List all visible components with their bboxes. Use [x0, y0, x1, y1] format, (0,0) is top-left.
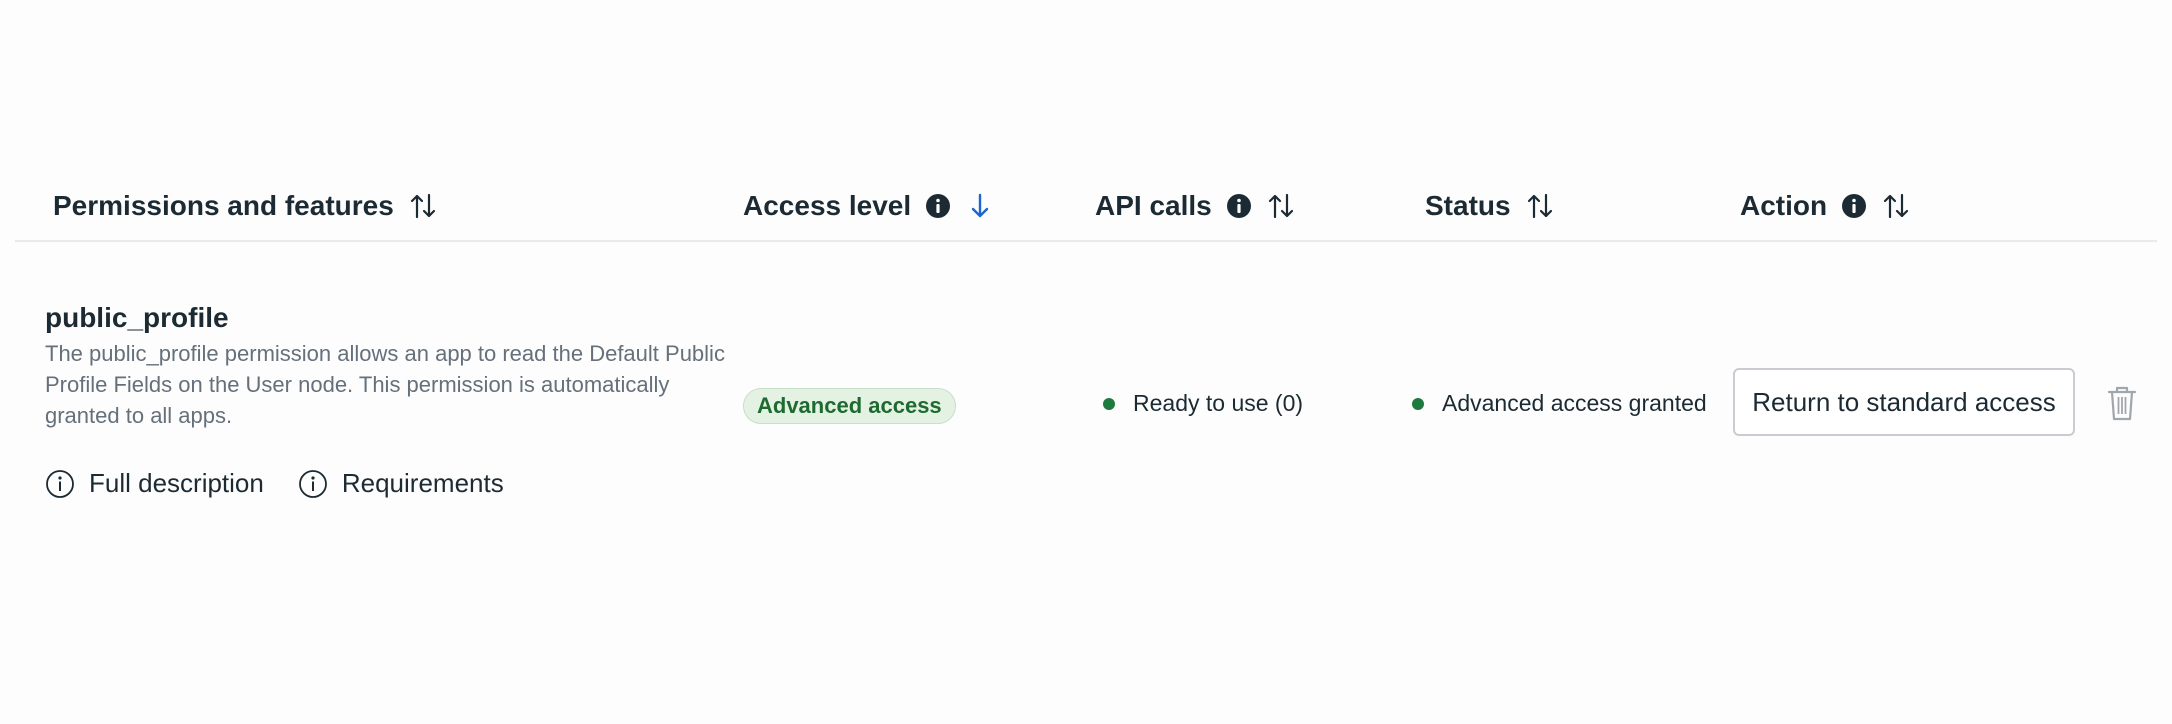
- sort-up-down-icon[interactable]: [408, 191, 438, 221]
- status-dot: [1103, 397, 1115, 410]
- access-level-badge: Advanced access: [743, 388, 956, 424]
- column-header-api-calls[interactable]: API calls: [1095, 185, 1296, 227]
- table-header-row: Permissions and features Access level AP…: [15, 165, 2157, 242]
- info-outline-icon: [46, 469, 74, 498]
- column-header-permissions[interactable]: Permissions and features: [53, 185, 438, 227]
- permissions-table: Permissions and features Access level AP…: [15, 165, 2157, 585]
- requirements-label: Requirements: [341, 468, 504, 498]
- sort-up-down-icon[interactable]: [1881, 191, 1911, 221]
- requirements-link[interactable]: Requirements: [298, 468, 504, 499]
- status-text: Advanced access granted: [1442, 390, 1707, 416]
- table-row: public_profile The public_profile permis…: [15, 242, 2157, 582]
- column-header-status[interactable]: Status: [1425, 185, 1555, 227]
- permission-name: public_profile: [45, 302, 229, 333]
- info-icon[interactable]: [925, 193, 951, 219]
- info-icon[interactable]: [1226, 193, 1252, 219]
- column-header-label: API calls: [1095, 190, 1212, 221]
- column-header-label: Status: [1425, 190, 1511, 221]
- permission-links: Full description Requirements: [45, 468, 538, 499]
- sort-down-active-icon[interactable]: [965, 191, 995, 221]
- api-calls-cell: Ready to use (0): [1103, 390, 1303, 417]
- column-header-action[interactable]: Action: [1740, 185, 1911, 227]
- sort-up-down-icon[interactable]: [1525, 191, 1555, 221]
- full-description-link[interactable]: Full description: [45, 468, 264, 499]
- trash-icon[interactable]: [2105, 384, 2139, 422]
- info-icon[interactable]: [1841, 193, 1867, 219]
- sort-up-down-icon[interactable]: [1266, 191, 1296, 221]
- column-header-label: Action: [1740, 190, 1828, 221]
- info-outline-icon: [298, 469, 327, 498]
- return-to-standard-access-button[interactable]: Return to standard access: [1733, 368, 2075, 436]
- api-calls-text: Ready to use (0): [1133, 390, 1304, 416]
- column-header-label: Permissions and features: [53, 190, 394, 221]
- status-cell: Advanced access granted: [1412, 390, 1707, 417]
- full-description-label: Full description: [89, 468, 264, 498]
- column-header-label: Access level: [743, 190, 912, 221]
- status-dot: [1412, 397, 1424, 410]
- column-header-access-level[interactable]: Access level: [743, 185, 995, 227]
- permission-description: The public_profile permission allows an …: [45, 341, 725, 428]
